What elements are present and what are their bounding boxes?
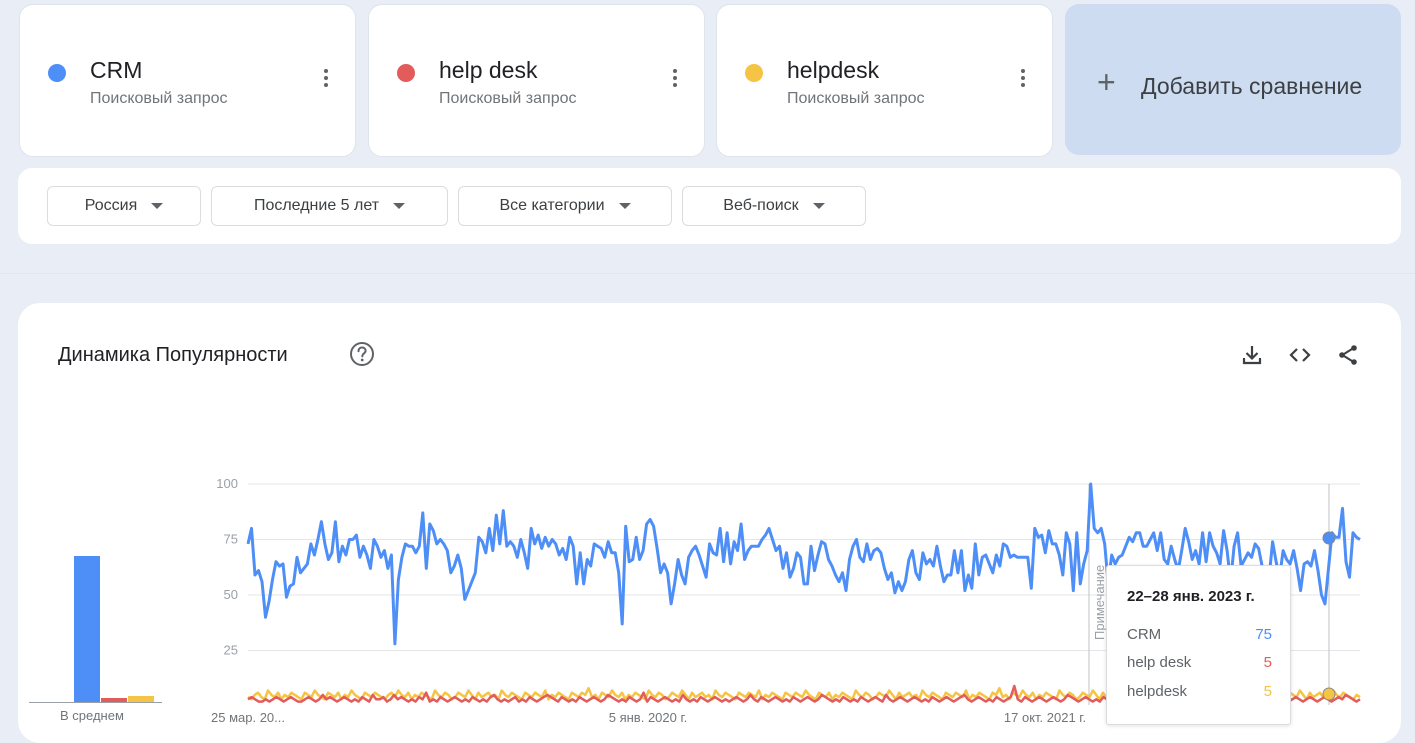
tooltip-series-value: 5 [1263,654,1272,671]
y-tick-label: 100 [216,476,238,491]
note-label[interactable]: Примечание [1092,565,1107,640]
tooltip-date: 22–28 янв. 2023 г. [1127,588,1255,605]
hover-point-helpdesk [1322,687,1336,701]
x-tick-label: 5 янв. 2020 г. [609,710,688,725]
tooltip-row-helpdesk: helpdesk 5 [1127,683,1272,700]
y-tick-label: 75 [224,532,238,547]
tooltip-series-name: help desk [1127,654,1192,671]
tooltip-series-value: 75 [1255,626,1272,643]
y-tick-label: 25 [224,643,238,658]
chart-tooltip: 22–28 янв. 2023 г. CRM 75 help desk 5 he… [1106,565,1291,725]
x-tick-label: 25 мар. 20... [211,710,285,725]
hover-point-crm [1322,531,1336,545]
tooltip-row-help-desk: help desk 5 [1127,654,1272,671]
tooltip-series-value: 5 [1263,683,1272,700]
tooltip-series-name: CRM [1127,626,1162,643]
y-tick-label: 50 [224,587,238,602]
tooltip-row-crm: CRM 75 [1127,626,1272,643]
x-tick-label: 17 окт. 2021 г. [1004,710,1086,725]
tooltip-series-name: helpdesk [1127,683,1188,700]
